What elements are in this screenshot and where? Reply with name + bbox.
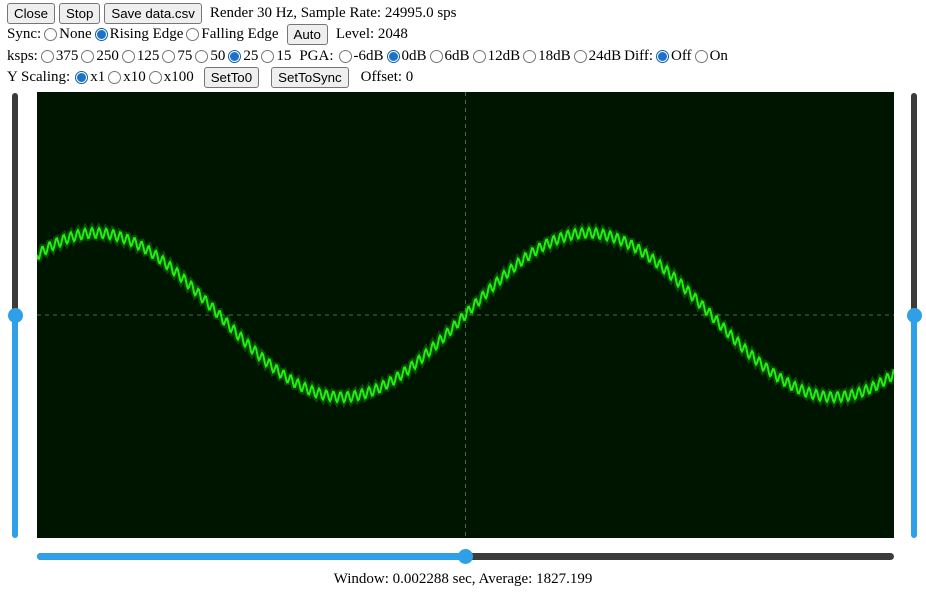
auto-button[interactable]: Auto: [286, 23, 328, 45]
radio-button[interactable]: [472, 49, 486, 63]
radio-label: 50: [210, 47, 226, 64]
level-text: Level: 2048: [335, 25, 408, 42]
stop-button[interactable]: Stop: [59, 2, 101, 24]
right-vertical-slider[interactable]: [906, 93, 922, 538]
ksps-option-50[interactable]: 50: [192, 48, 225, 65]
radio-label: 75: [177, 47, 193, 64]
pga-label: PGA:: [299, 47, 334, 64]
y-scaling-option-x100[interactable]: x100: [146, 69, 194, 86]
radio-label: -6dB: [353, 47, 384, 64]
radio-button[interactable]: [108, 70, 122, 84]
slider-fill: [911, 315, 917, 538]
radio-button[interactable]: [261, 49, 275, 63]
radio-label: 12dB: [487, 47, 521, 64]
window-average-status: Window: 0.002288 sec, Average: 1827.199: [333, 571, 593, 587]
slider-thumb[interactable]: [458, 549, 473, 564]
diff-option-off[interactable]: Off: [653, 48, 692, 65]
radio-label: None: [59, 25, 92, 42]
radio-label: Falling Edge: [201, 25, 279, 42]
radio-label: 6dB: [444, 47, 470, 64]
radio-button[interactable]: [386, 49, 400, 63]
radio-button[interactable]: [40, 49, 54, 63]
radio-label: 250: [96, 47, 119, 64]
radio-label: x1: [90, 68, 106, 85]
slider-thumb[interactable]: [7, 308, 23, 323]
set-to-sync-button[interactable]: SetToSync: [271, 66, 349, 88]
pga-option-0db[interactable]: 0dB: [384, 48, 427, 65]
pga-option-18db[interactable]: 18dB: [520, 48, 571, 65]
radio-label: On: [709, 47, 728, 64]
y-scaling-row: Y Scaling: x1 x10 x100 SetTo0 SetToSync …: [7, 66, 417, 88]
slider-track: [911, 93, 917, 316]
render-status-text: Render 30 Hz, Sample Rate: 24995.0 sps: [209, 4, 457, 21]
pga-option-minus-6db[interactable]: -6dB: [336, 48, 384, 65]
radio-label: Rising Edge: [109, 25, 184, 42]
radio-button[interactable]: [148, 70, 162, 84]
radio-button[interactable]: [694, 49, 708, 63]
y-scaling-label: Y Scaling:: [7, 68, 71, 85]
pga-option-24db[interactable]: 24dB: [571, 47, 622, 65]
settings-row: ksps: 375 250 125 75 50 25 15 PGA: -6dB …: [7, 45, 728, 67]
slider-fill: [37, 553, 466, 560]
set-to-0-button[interactable]: SetTo0: [203, 66, 260, 88]
radio-label: 24dB: [588, 47, 622, 64]
radio-button[interactable]: [195, 49, 209, 63]
ksps-option-375[interactable]: 375: [38, 47, 79, 65]
radio-button[interactable]: [573, 49, 587, 63]
oscilloscope-display[interactable]: [34, 92, 897, 538]
save-data-button[interactable]: Save data.csv: [104, 2, 202, 24]
radio-label: 375: [55, 47, 79, 64]
radio-button[interactable]: [656, 49, 669, 63]
pga-option-6db[interactable]: 6dB: [427, 48, 470, 65]
radio-button[interactable]: [94, 27, 108, 41]
radio-label: 18dB: [538, 47, 571, 64]
radio-button[interactable]: [429, 49, 443, 63]
pga-option-12db[interactable]: 12dB: [470, 47, 521, 65]
radio-label: x100: [163, 68, 194, 85]
ksps-option-25[interactable]: 25: [225, 48, 258, 65]
slider-track: [12, 93, 18, 316]
ksps-option-75[interactable]: 75: [159, 48, 192, 65]
radio-button[interactable]: [228, 49, 242, 63]
sync-row: Sync: None Rising Edge Falling Edge Auto…: [7, 23, 412, 45]
radio-button[interactable]: [523, 49, 537, 63]
radio-button[interactable]: [121, 49, 135, 63]
ksps-option-125[interactable]: 125: [119, 47, 160, 65]
offset-text: Offset: 0: [360, 68, 414, 85]
toolbar: Close Stop Save data.csv Render 30 Hz, S…: [7, 2, 461, 24]
close-button[interactable]: Close: [7, 2, 55, 24]
diff-option-on[interactable]: On: [692, 48, 728, 65]
radio-button[interactable]: [75, 70, 89, 84]
radio-label: 25: [243, 47, 259, 64]
radio-button[interactable]: [162, 49, 176, 63]
radio-label: 15: [276, 47, 292, 64]
radio-button[interactable]: [186, 27, 200, 41]
waveform-canvas: [34, 92, 897, 538]
ksps-option-250[interactable]: 250: [78, 48, 119, 65]
radio-label: x10: [123, 68, 146, 85]
slider-thumb[interactable]: [906, 308, 922, 323]
sync-label: Sync:: [7, 25, 42, 42]
sync-option-none[interactable]: None: [41, 26, 92, 43]
radio-label: Off: [671, 47, 692, 64]
horizontal-position-slider[interactable]: [37, 549, 894, 564]
slider-fill: [12, 315, 18, 538]
y-scaling-option-x1[interactable]: x1: [72, 69, 105, 86]
ksps-label: ksps:: [7, 47, 38, 64]
radio-button[interactable]: [338, 49, 352, 63]
radio-button[interactable]: [44, 27, 58, 41]
left-vertical-slider[interactable]: [7, 93, 23, 538]
y-scaling-option-x10[interactable]: x10: [105, 69, 146, 86]
radio-button[interactable]: [81, 49, 95, 63]
radio-label: 0dB: [401, 47, 427, 64]
diff-label: Diff:: [624, 47, 653, 64]
ksps-option-15[interactable]: 15: [258, 48, 291, 65]
sync-option-falling-edge[interactable]: Falling Edge: [183, 25, 279, 43]
sync-option-rising-edge[interactable]: Rising Edge: [92, 25, 184, 43]
radio-label: 125: [136, 47, 160, 64]
